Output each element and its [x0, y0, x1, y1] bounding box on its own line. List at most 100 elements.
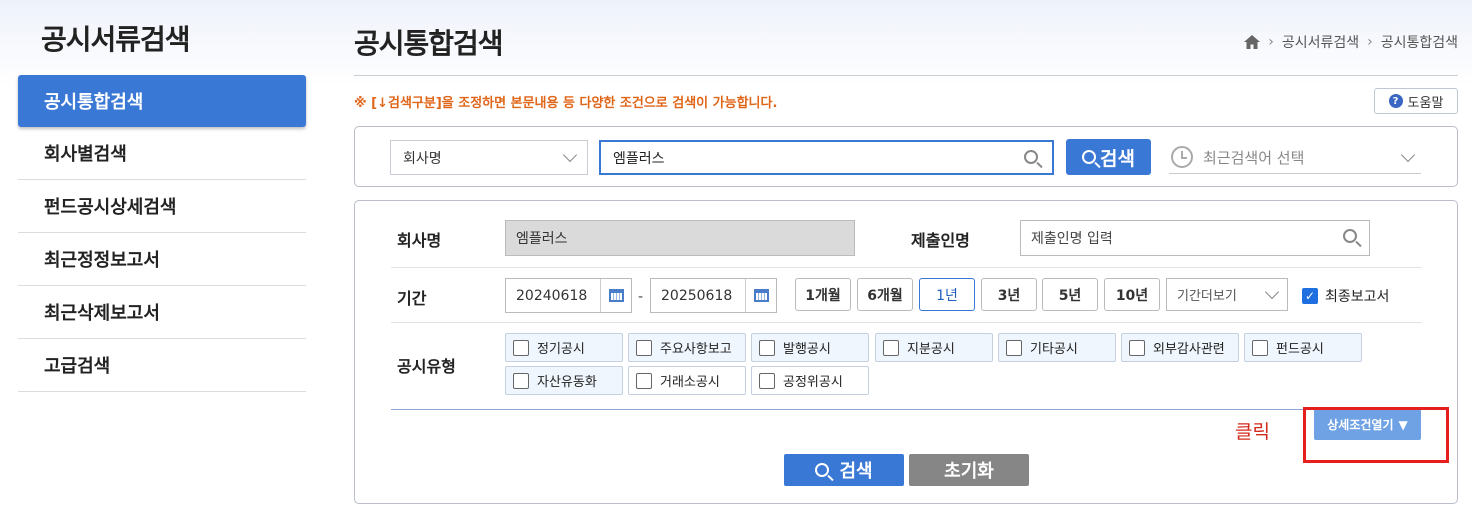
period-more-select[interactable]: 기간더보기: [1166, 278, 1288, 311]
type-checkbox-exchange[interactable]: 거래소공시: [628, 366, 746, 395]
period-1month-button[interactable]: 1개월: [795, 278, 851, 311]
search-button-label: 검색: [1100, 147, 1135, 170]
checkbox-checked-icon: ✓: [1302, 288, 1318, 304]
date-from-value: 20240618: [516, 287, 588, 304]
highlight-box: [1303, 407, 1449, 463]
period-1year-button[interactable]: 1년: [919, 278, 975, 311]
period-more-value: 기간더보기: [1177, 289, 1237, 304]
type-label: 펀드공시: [1276, 342, 1324, 357]
checkbox-icon: [1252, 339, 1268, 356]
company-name-field: 엠플러스: [505, 220, 855, 256]
sidebar-item-integrated-search[interactable]: 공시통합검색: [18, 75, 306, 127]
type-checkbox-ftc[interactable]: 공정위공시: [751, 366, 869, 395]
help-label: 도움말: [1407, 95, 1444, 111]
help-button[interactable]: ? 도움말: [1374, 88, 1458, 114]
search-icon: [1082, 150, 1097, 164]
sidebar-item-recent-deletions[interactable]: 최근삭제보고서: [18, 286, 306, 339]
header-divider: [354, 75, 1458, 76]
chevron-down-icon: [562, 147, 578, 163]
breadcrumb: › 공시서류검색 › 공시통합검색: [1244, 32, 1458, 52]
search-panel: 회사명 엠플러스 검색 최근검색어 선택: [354, 126, 1458, 187]
search-button[interactable]: 검색: [1066, 139, 1151, 175]
checkbox-icon: [1006, 339, 1022, 356]
checkbox-icon: [636, 372, 652, 389]
type-checkbox-regular[interactable]: 정기공시: [505, 333, 623, 362]
disclosure-type-label: 공시유형: [397, 357, 456, 376]
filter-search-button[interactable]: 검색: [784, 454, 904, 486]
period-6month-button[interactable]: 6개월: [857, 278, 913, 311]
search-query: 엠플러스: [613, 150, 665, 167]
type-label: 외부감사관련: [1153, 342, 1225, 357]
type-checkbox-audit[interactable]: 외부감사관련: [1121, 333, 1239, 362]
filter-panel: 회사명 엠플러스 제출인명 제출인명 입력 기간 20240618 - 2025…: [354, 200, 1458, 504]
submitter-input[interactable]: 제출인명 입력: [1020, 220, 1370, 256]
type-label: 정기공시: [537, 342, 585, 357]
sidebar-item-fund-detail-search[interactable]: 펀드공시상세검색: [18, 180, 306, 233]
filter-search-label: 검색: [839, 461, 873, 482]
calendar-icon[interactable]: [600, 279, 631, 312]
type-label: 주요사항보고: [660, 342, 732, 357]
type-label: 자산유동화: [537, 375, 597, 390]
checkbox-icon: [883, 339, 899, 356]
submitter-placeholder: 제출인명 입력: [1031, 231, 1113, 247]
breadcrumb-item[interactable]: 공시서류검색: [1282, 32, 1359, 52]
search-notice: ※ [↓검색구분]을 조정하면 본문내용 등 다양한 조건으로 검색이 가능합니…: [354, 96, 778, 111]
period-label: 기간: [397, 289, 427, 308]
search-type-select[interactable]: 회사명: [390, 140, 588, 175]
type-label: 기타공시: [1030, 342, 1078, 357]
type-checkbox-equity[interactable]: 지분공시: [875, 333, 993, 362]
type-checkbox-other[interactable]: 기타공시: [998, 333, 1116, 362]
date-from-input[interactable]: 20240618: [505, 278, 632, 313]
date-separator: -: [638, 289, 644, 305]
breadcrumb-item[interactable]: 공시통합검색: [1381, 32, 1458, 52]
search-icon[interactable]: [1343, 229, 1357, 243]
sidebar-item-advanced-search[interactable]: 고급검색: [18, 339, 306, 392]
checkbox-icon: [759, 339, 775, 356]
search-input[interactable]: 엠플러스: [599, 140, 1054, 175]
row-divider: [391, 322, 1422, 323]
row-divider: [391, 267, 1422, 268]
type-label: 지분공시: [907, 342, 955, 357]
search-icon[interactable]: [1024, 150, 1038, 164]
calendar-icon[interactable]: [745, 279, 776, 312]
sidebar-item-recent-corrections[interactable]: 최근정정보고서: [18, 233, 306, 286]
company-label: 회사명: [397, 231, 442, 250]
chevron-right-icon: ›: [1268, 34, 1274, 50]
search-type-value: 회사명: [403, 150, 442, 167]
date-to-input[interactable]: 20250618: [650, 278, 777, 313]
checkbox-icon: [1129, 339, 1145, 356]
chevron-right-icon: ›: [1367, 34, 1373, 50]
period-10year-button[interactable]: 10년: [1104, 278, 1160, 311]
chevron-down-icon: [1264, 284, 1280, 300]
home-icon[interactable]: [1244, 35, 1261, 49]
click-annotation: 클릭: [1235, 421, 1270, 443]
checkbox-icon: [636, 339, 652, 356]
checkbox-icon: [759, 372, 775, 389]
type-checkbox-fund[interactable]: 펀드공시: [1244, 333, 1362, 362]
checkbox-icon: [513, 372, 529, 389]
search-icon: [815, 463, 830, 477]
final-report-checkbox[interactable]: ✓ 최종보고서: [1302, 286, 1389, 306]
type-checkbox-abs[interactable]: 자산유동화: [505, 366, 623, 395]
type-label: 공정위공시: [783, 375, 843, 390]
sidebar-title: 공시서류검색: [41, 23, 191, 56]
clock-icon: [1171, 146, 1193, 168]
type-checkbox-major[interactable]: 주요사항보고: [628, 333, 746, 362]
type-checkbox-issuance[interactable]: 발행공시: [751, 333, 869, 362]
reset-button[interactable]: 초기화: [909, 454, 1029, 486]
row-divider: [391, 409, 1422, 410]
date-to-value: 20250618: [661, 287, 733, 304]
sidebar-menu: 공시통합검색 회사별검색 펀드공시상세검색 최근정정보고서 최근삭제보고서 고급…: [18, 75, 306, 392]
type-label: 발행공시: [783, 342, 831, 357]
sidebar-item-company-search[interactable]: 회사별검색: [18, 127, 306, 180]
period-3year-button[interactable]: 3년: [981, 278, 1037, 311]
recent-search-select[interactable]: 최근검색어 선택: [1169, 141, 1421, 174]
submitter-label: 제출인명: [911, 231, 970, 250]
page-title: 공시통합검색: [354, 27, 504, 60]
question-icon: ?: [1388, 94, 1403, 108]
period-5year-button[interactable]: 5년: [1042, 278, 1098, 311]
checkbox-icon: [513, 339, 529, 356]
chevron-down-icon: [1400, 147, 1416, 163]
type-label: 거래소공시: [660, 375, 720, 390]
recent-search-placeholder: 최근검색어 선택: [1203, 148, 1305, 167]
